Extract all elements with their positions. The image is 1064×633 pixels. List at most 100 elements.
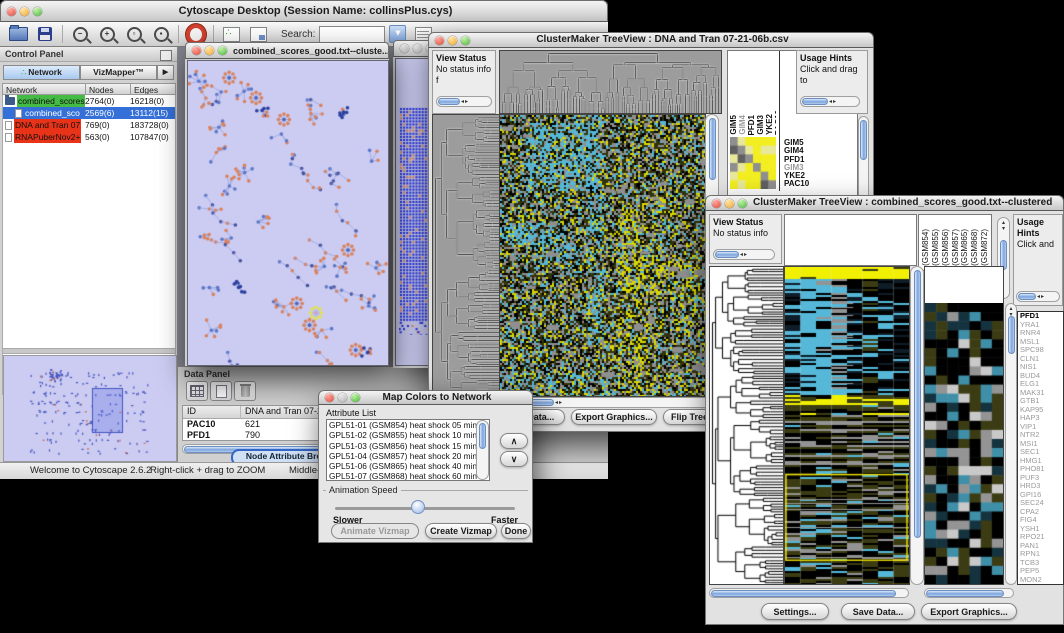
- attribute-item[interactable]: GPL51-03 (GSM856) heat shock 15 min: [327, 441, 489, 451]
- attribute-list-scrollbar[interactable]: ▴▾: [476, 420, 489, 480]
- attribute-item[interactable]: GPL51-04 (GSM857) heat shock 20 min: [327, 451, 489, 461]
- control-panel-tabs: ∴Network VizMapper™ ▶: [3, 65, 174, 80]
- tab-more-button[interactable]: ▶: [157, 65, 174, 80]
- settings-button[interactable]: Settings...: [761, 603, 829, 620]
- zoom-selected-button[interactable]: ▫: [124, 25, 144, 43]
- heatmap-hscrollbar[interactable]: [709, 588, 909, 598]
- view-status-scrollbar[interactable]: ◂▸: [436, 96, 492, 107]
- column-dendrogram-area[interactable]: [784, 214, 917, 266]
- close-button[interactable]: [435, 36, 444, 45]
- minimize-button[interactable]: [448, 36, 457, 45]
- create-vizmap-button[interactable]: Create Vizmap: [425, 523, 497, 539]
- heatmap-vscrollbar[interactable]: ▴▾: [910, 266, 924, 585]
- mini-network-icon: [223, 27, 240, 42]
- attribute-item[interactable]: GPL51-01 (GSM854) heat shock 05 min: [327, 420, 489, 430]
- select-attributes-button[interactable]: [186, 381, 208, 401]
- zoom-button[interactable]: [351, 393, 360, 402]
- close-button[interactable]: [192, 46, 201, 55]
- view-status-scrollbar[interactable]: ◂▸: [713, 249, 775, 260]
- col-nodes[interactable]: Nodes: [86, 83, 131, 95]
- close-button[interactable]: [400, 44, 409, 53]
- column-label[interactable]: YKE2: [765, 114, 774, 135]
- main-titlebar[interactable]: Cytoscape Desktop (Session Name: collins…: [0, 0, 608, 22]
- network-overview-panel[interactable]: [3, 355, 177, 462]
- snapshot-button[interactable]: [248, 25, 268, 43]
- minimize-button[interactable]: [413, 44, 422, 53]
- gene-list: PFD1YRA1RNR4MSL1SPC98CLN1NIS1BUD4ELG1MAK…: [1017, 311, 1064, 585]
- main-heatmap[interactable]: [499, 114, 706, 397]
- main-window-title: Cytoscape Desktop (Session Name: collins…: [48, 4, 607, 18]
- animate-vizmap-button[interactable]: Animate Vizmap: [331, 523, 419, 539]
- close-button[interactable]: [7, 7, 16, 16]
- zoom-in-button[interactable]: +: [97, 25, 117, 43]
- attribute-item[interactable]: GPL51-06 (GSM865) heat shock 40 min: [327, 461, 489, 471]
- network-list-row[interactable]: combined_sco 2569(6) 13112(15): [3, 107, 175, 119]
- gene-label[interactable]: MON2: [1018, 576, 1063, 585]
- delete-attribute-button[interactable]: [234, 381, 256, 401]
- treeview1-titlebar[interactable]: ClusterMaker TreeView : DNA and Tran 07-…: [428, 32, 874, 48]
- network-list-row[interactable]: combined_scores 2764(0) 16218(0): [3, 95, 175, 107]
- overview-divider[interactable]: [2, 348, 176, 354]
- minimize-button[interactable]: [725, 199, 734, 208]
- tab-network[interactable]: ∴Network: [3, 65, 80, 80]
- attribute-list[interactable]: GPL51-01 (GSM854) heat shock 05 minGPL51…: [326, 419, 490, 481]
- move-up-button[interactable]: ∧: [500, 433, 528, 449]
- zoom-heatmap[interactable]: [925, 303, 1003, 584]
- network-canvas[interactable]: [187, 60, 389, 366]
- network-overview-thumbnail[interactable]: [4, 356, 174, 459]
- usage-hints-scrollbar[interactable]: ◂▸: [800, 96, 860, 107]
- gene-label[interactable]: PAC10: [782, 180, 824, 188]
- save-session-button[interactable]: [35, 25, 55, 43]
- search-input[interactable]: [319, 26, 385, 43]
- close-button[interactable]: [325, 393, 334, 402]
- speed-slider-track[interactable]: [335, 507, 515, 510]
- zoom-button[interactable]: [33, 7, 42, 16]
- zoom-out-button[interactable]: −: [70, 25, 90, 43]
- export-graphics-button[interactable]: Export Graphics...: [571, 409, 657, 425]
- treeview2-titlebar[interactable]: ClusterMaker TreeView : combined_scores_…: [705, 195, 1064, 211]
- tab-vizmapper[interactable]: VizMapper™: [80, 65, 157, 80]
- column-dendrogram[interactable]: [499, 50, 722, 114]
- attribute-item[interactable]: GPL51-07 (GSM868) heat shock 60 min: [327, 471, 489, 481]
- minimize-button[interactable]: [20, 7, 29, 16]
- move-down-button[interactable]: ∨: [500, 451, 528, 467]
- usage-hints-scrollbar[interactable]: ◂▸: [1016, 291, 1060, 302]
- float-panel-icon[interactable]: [160, 50, 172, 61]
- network-overview-button[interactable]: [221, 25, 241, 43]
- speed-slider-thumb[interactable]: [411, 500, 425, 514]
- toolbar-separator: [62, 25, 63, 43]
- network-list-row[interactable]: DNA and Tran 07 769(0) 183728(0): [3, 119, 175, 131]
- column-label[interactable]: GIM3: [756, 115, 765, 135]
- column-label[interactable]: GIM4: [738, 115, 747, 135]
- dialog-titlebar[interactable]: Map Colors to Network: [318, 390, 533, 405]
- zoom-button[interactable]: [218, 46, 227, 55]
- help-button[interactable]: [186, 25, 206, 43]
- column-label[interactable]: PAC10: [774, 110, 776, 135]
- zoom-button[interactable]: [461, 36, 470, 45]
- row-dendrogram[interactable]: [709, 266, 784, 585]
- col-edges[interactable]: Edges: [131, 83, 176, 95]
- minimize-button[interactable]: [205, 46, 214, 55]
- network-titlebar[interactable]: combined_scores_good.txt--cluste...: [185, 42, 389, 59]
- done-button[interactable]: Done: [501, 523, 531, 539]
- minimize-button[interactable]: [338, 393, 347, 402]
- column-label[interactable]: PFD1: [747, 115, 756, 135]
- new-attribute-button[interactable]: [210, 381, 232, 401]
- zoom-heatmap[interactable]: [730, 137, 776, 189]
- column-label[interactable]: GIM5: [729, 115, 738, 135]
- zoom-button[interactable]: [738, 199, 747, 208]
- col-network[interactable]: Network: [2, 83, 86, 95]
- save-data-button[interactable]: Save Data...: [841, 603, 915, 620]
- main-heatmap[interactable]: [784, 266, 910, 585]
- zoom-vscrollbar[interactable]: ▴▾: [1005, 303, 1017, 585]
- open-session-button[interactable]: [8, 25, 28, 43]
- network-list-row[interactable]: RNAPuberNov2+ 563(0) 107847(0): [3, 131, 175, 143]
- search-label: Search:: [281, 29, 315, 40]
- zoom-fit-button[interactable]: ▪: [151, 25, 171, 43]
- col-id[interactable]: ID: [183, 406, 241, 418]
- export-graphics-button[interactable]: Export Graphics...: [921, 603, 1017, 620]
- attribute-item[interactable]: GPL51-02 (GSM855) heat shock 10 min: [327, 430, 489, 440]
- close-button[interactable]: [712, 199, 721, 208]
- zoom-hscrollbar[interactable]: [924, 588, 1014, 598]
- row-dendrogram[interactable]: [432, 114, 500, 397]
